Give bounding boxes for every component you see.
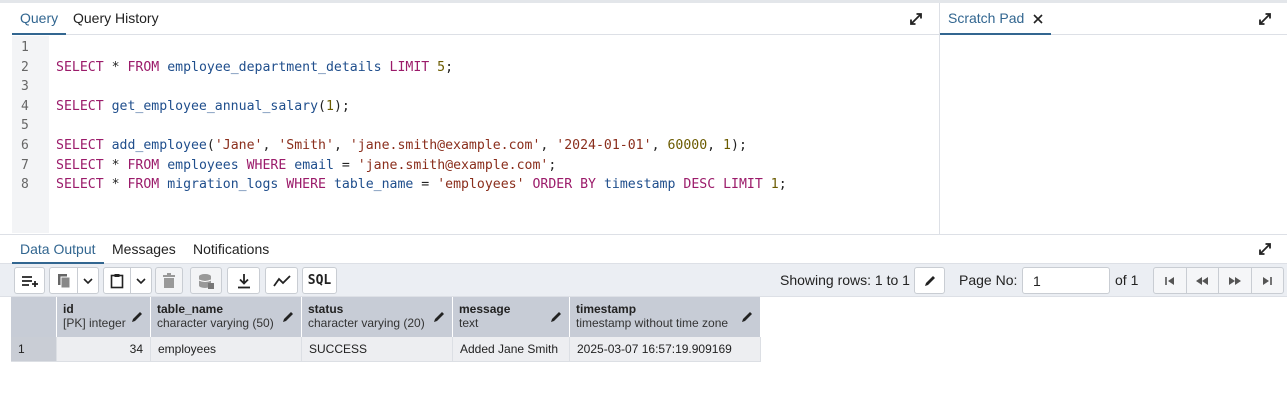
pencil-icon[interactable] [432, 310, 446, 324]
tab-data-output[interactable]: Data Output [12, 235, 104, 264]
next-page-button[interactable] [1219, 268, 1252, 293]
pencil-icon[interactable] [549, 310, 563, 324]
line-number: 2 [21, 59, 29, 75]
line-number: 1 [21, 40, 29, 55]
column-type: character varying (20) [308, 316, 425, 330]
code-line: SELECT add_employee('Jane', 'Smith', 'ja… [56, 138, 747, 153]
column-type: character varying (50) [157, 316, 274, 330]
pencil-icon[interactable] [130, 310, 144, 324]
sql-button[interactable]: SQL [302, 267, 337, 294]
first-page-button[interactable] [1154, 268, 1187, 293]
pencil-icon [924, 275, 935, 286]
sql-editor[interactable]: 1 2 3 4 5 6 7 8 SELECT * FROM employee_d… [12, 36, 939, 233]
tab-notifications[interactable]: Notifications [185, 235, 277, 264]
line-number: 3 [21, 79, 29, 95]
table-cell[interactable]: SUCCESS [302, 337, 453, 362]
save-data-button[interactable] [190, 267, 222, 294]
rewind-icon [1196, 276, 1209, 285]
first-page-icon [1164, 276, 1174, 285]
expand-icon[interactable] [908, 11, 924, 27]
delete-button[interactable] [155, 267, 183, 294]
column-name: table_name [157, 302, 224, 316]
code-line: SELECT * FROM migration_logs WHERE table… [56, 177, 787, 193]
panel-divider[interactable] [939, 3, 940, 234]
edit-rows-button[interactable] [914, 267, 945, 294]
fast-forward-icon [1228, 276, 1241, 285]
tab-scratch-pad-label: Scratch Pad [948, 10, 1025, 26]
download-icon [237, 273, 250, 288]
code-line: SELECT * FROM employee_department_detail… [56, 59, 454, 75]
tab-scratch-pad[interactable]: Scratch Pad [940, 3, 1052, 35]
pencil-icon[interactable] [281, 310, 295, 324]
download-button[interactable] [227, 267, 260, 294]
table-cell[interactable]: Added Jane Smith [453, 337, 570, 362]
copy-button[interactable] [49, 267, 99, 294]
tab-query[interactable]: Query [12, 3, 67, 35]
paste-icon [110, 273, 124, 288]
column-name: status [308, 302, 344, 316]
add-row-button[interactable] [14, 267, 45, 294]
code-line: SELECT get_employee_annual_salary(1); [56, 98, 350, 114]
line-number: 4 [21, 98, 29, 114]
column-header[interactable]: message text [453, 297, 570, 337]
tab-query-history[interactable]: Query History [65, 3, 167, 35]
graph-visualiser-button[interactable] [265, 267, 298, 294]
column-name: timestamp [576, 302, 637, 316]
scratch-pad-tab-bar: Scratch Pad [940, 3, 1287, 35]
expand-icon[interactable] [1257, 11, 1273, 27]
row-number-header[interactable] [11, 297, 57, 337]
column-header[interactable]: table_name character varying (50) [151, 297, 302, 337]
close-icon[interactable] [1033, 14, 1043, 24]
previous-page-button[interactable] [1187, 268, 1219, 293]
last-page-icon [1263, 276, 1273, 285]
pencil-icon[interactable] [740, 310, 754, 324]
sql-button-label: SQL [307, 273, 332, 288]
page-no-label: Page No: [959, 272, 1018, 288]
line-number: 6 [21, 138, 29, 153]
trash-icon [163, 272, 175, 288]
add-row-icon [21, 275, 38, 287]
showing-rows-text: Showing rows: 1 to 1 [780, 272, 910, 288]
line-number: 7 [21, 157, 29, 173]
code-line: SELECT * FROM employees WHERE email = 'j… [56, 157, 557, 173]
table-cell[interactable]: employees [151, 337, 302, 362]
column-header[interactable]: id [PK] integer [57, 297, 151, 337]
table-cell[interactable]: 34 [57, 337, 151, 362]
page-no-input[interactable] [1022, 267, 1110, 294]
expand-icon[interactable] [1257, 241, 1273, 257]
output-tab-bar: Data Output Messages Notifications [0, 234, 1287, 264]
tab-messages[interactable]: Messages [104, 235, 184, 264]
pagination-controls [1153, 267, 1284, 294]
column-header[interactable]: timestamp timestamp without time zone [570, 297, 761, 337]
line-number: 8 [21, 177, 29, 193]
line-number-gutter: 1 2 3 4 5 6 7 8 [12, 36, 49, 233]
line-number: 5 [21, 118, 29, 134]
table-cell[interactable]: 2025-03-07 16:57:19.909169 [570, 337, 761, 362]
row-number-cell[interactable]: 1 [11, 337, 57, 362]
data-output-toolbar: SQL Showing rows: 1 to 1 Page No: of 1 [0, 264, 1287, 297]
database-save-icon [198, 273, 214, 289]
column-type: timestamp without time zone [576, 316, 729, 330]
chevron-down-icon [82, 277, 93, 284]
copy-icon [57, 273, 70, 288]
paste-button[interactable] [103, 267, 152, 294]
last-page-button[interactable] [1252, 268, 1284, 293]
chevron-down-icon [136, 277, 146, 284]
query-tab-bar: Query Query History [12, 3, 939, 35]
line-chart-icon [272, 274, 291, 287]
of-pages-text: of 1 [1115, 272, 1139, 288]
column-header[interactable]: status character varying (20) [302, 297, 453, 337]
